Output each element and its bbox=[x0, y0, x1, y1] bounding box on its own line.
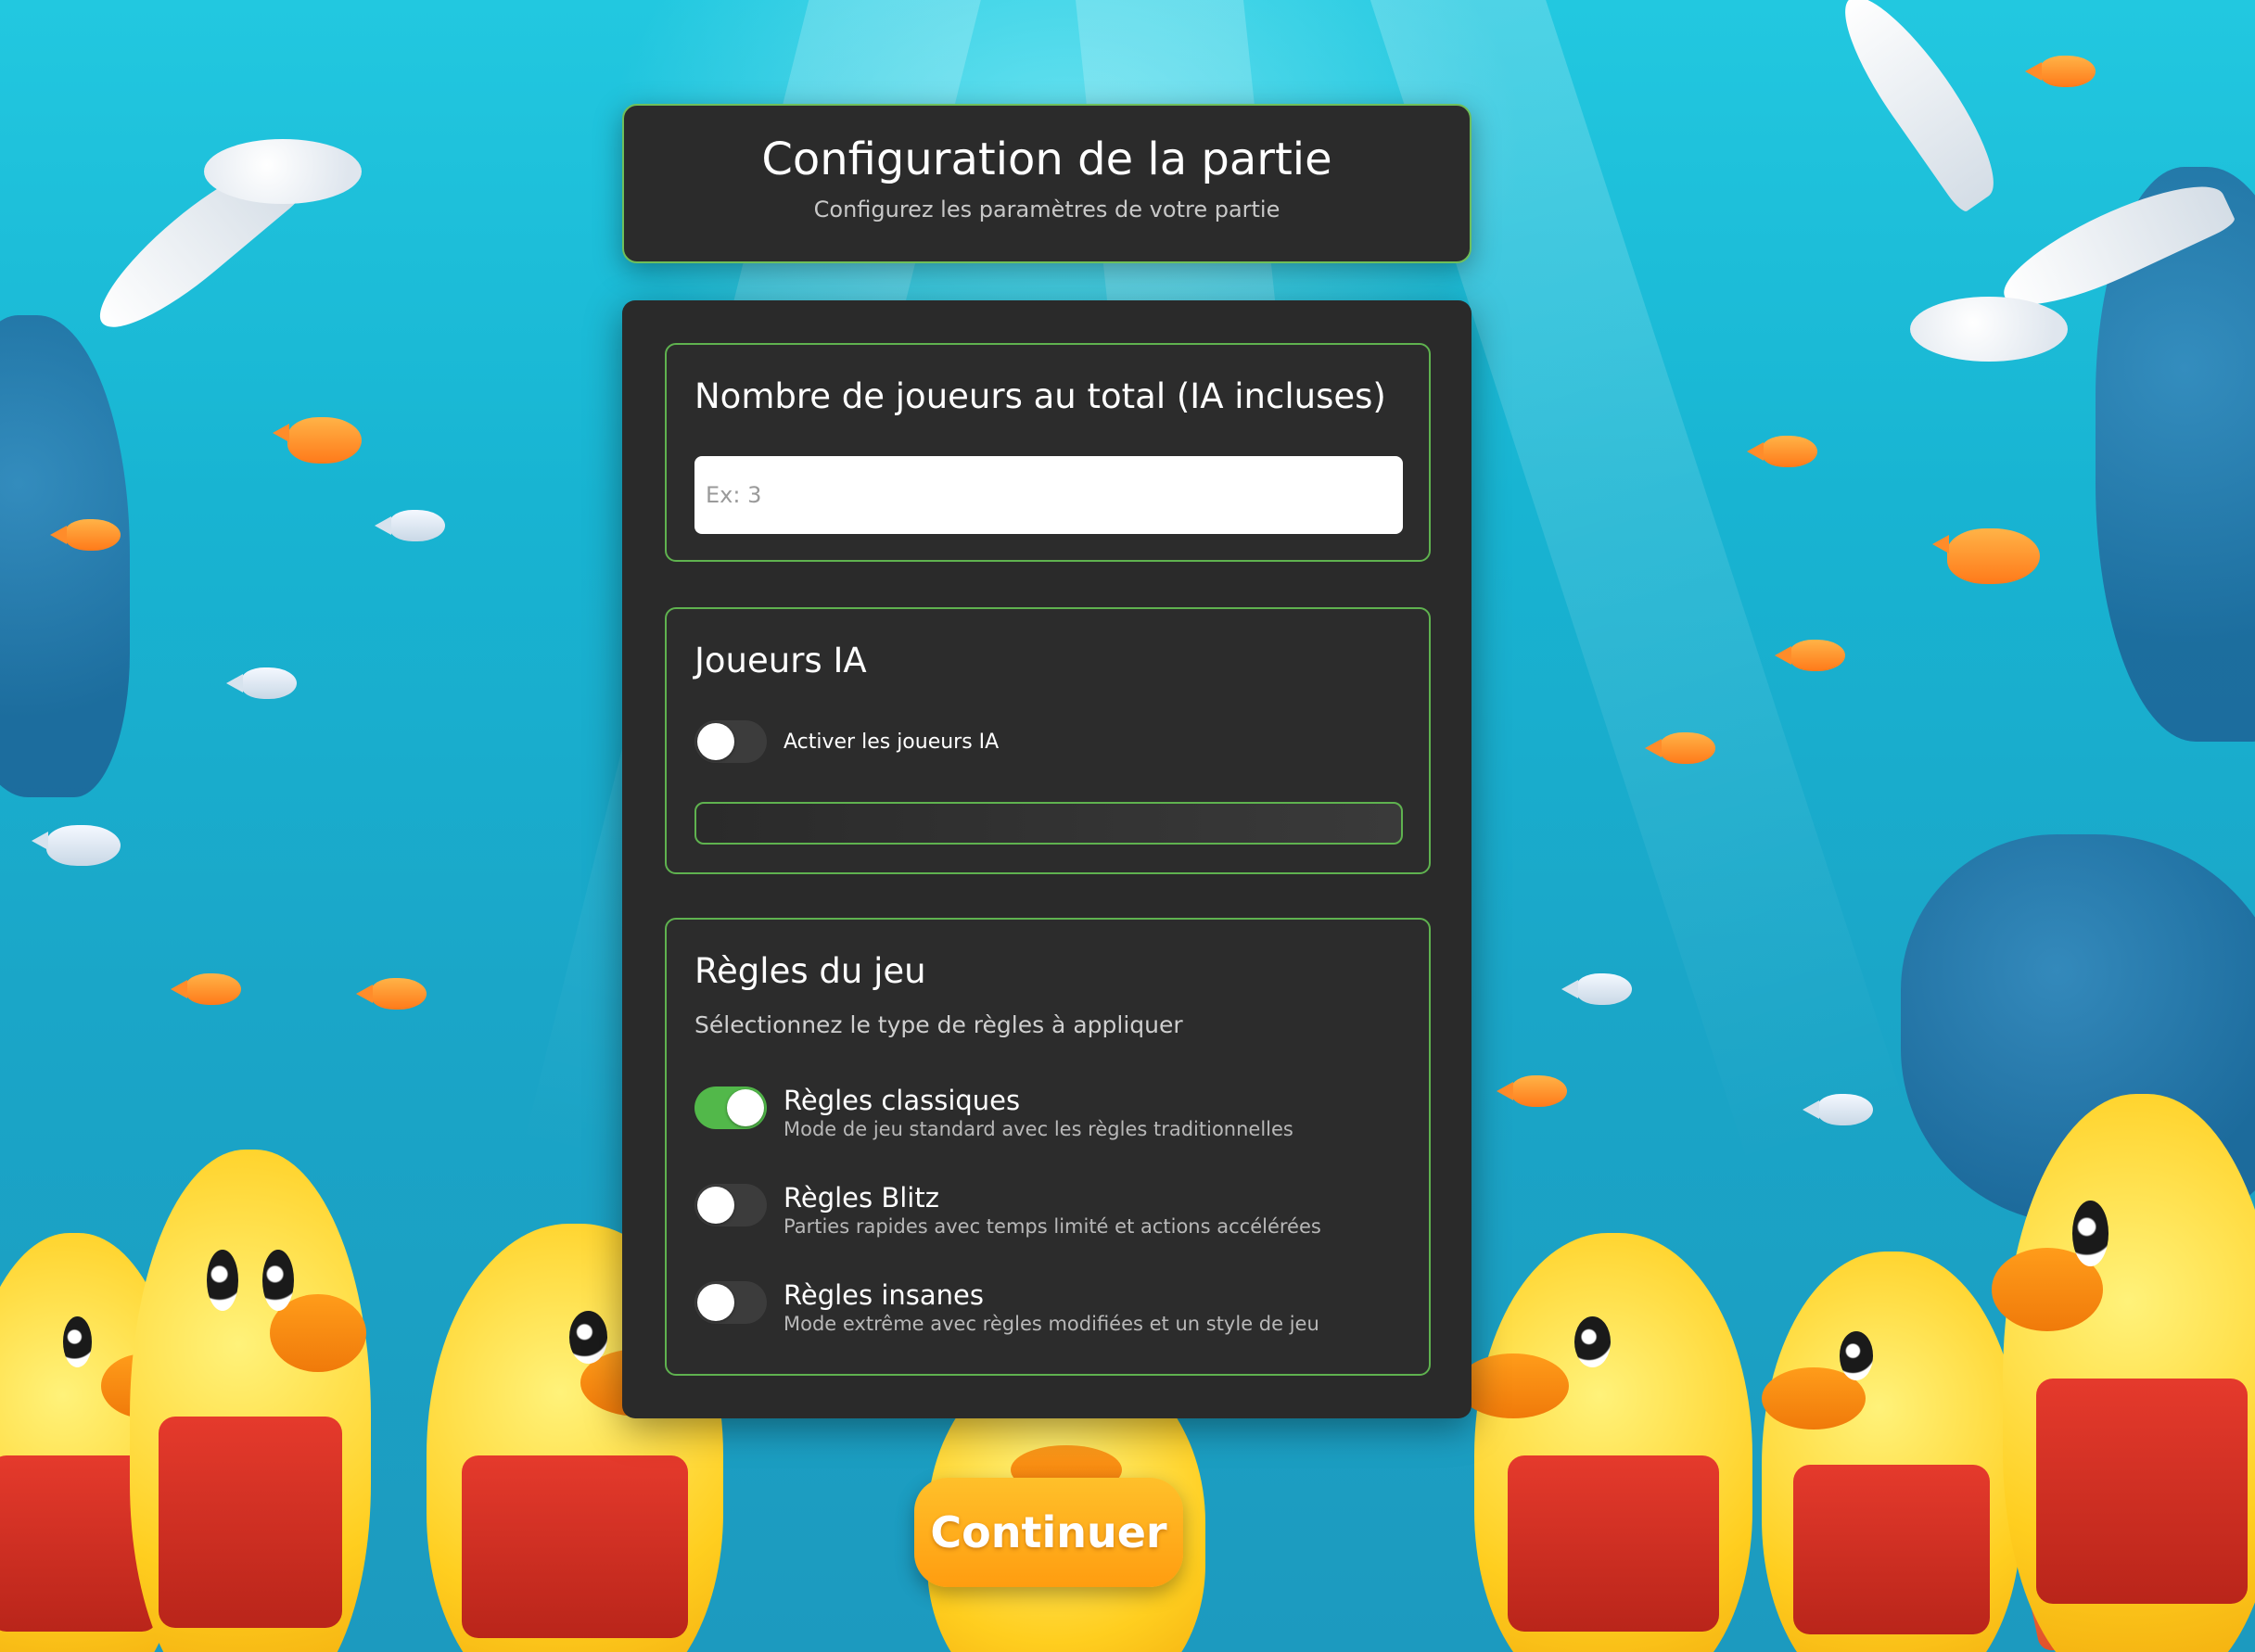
fish-icon bbox=[1645, 732, 1715, 764]
config-panel: Nombre de joueurs au total (IA incluses)… bbox=[622, 300, 1471, 1418]
fish-icon bbox=[1775, 640, 1845, 671]
rule-blitz-label: Règles Blitz bbox=[784, 1182, 939, 1214]
rule-insane-toggle[interactable] bbox=[694, 1281, 767, 1324]
fish-icon bbox=[273, 417, 362, 464]
ai-section-title: Joueurs IA bbox=[694, 641, 867, 680]
fish-icon bbox=[1497, 1075, 1567, 1107]
fish-icon bbox=[2025, 56, 2096, 87]
toggle-knob bbox=[697, 1187, 734, 1224]
seagull-icon bbox=[204, 139, 362, 204]
fish-icon bbox=[32, 825, 121, 866]
rule-blitz-toggle[interactable] bbox=[694, 1184, 767, 1226]
duck-character bbox=[1762, 1252, 2021, 1652]
page-title: Configuration de la partie bbox=[761, 133, 1332, 185]
rules-section-title: Règles du jeu bbox=[694, 951, 926, 991]
rule-option-blitz[interactable]: Règles Blitz Parties rapides avec temps … bbox=[694, 1182, 1321, 1238]
fish-icon bbox=[50, 519, 121, 551]
duck-character bbox=[130, 1150, 371, 1652]
fish-icon bbox=[171, 973, 241, 1005]
ai-toggle-row[interactable]: Activer les joueurs IA bbox=[694, 720, 999, 763]
toggle-knob bbox=[697, 1284, 734, 1321]
rule-option-insane[interactable]: Règles insanes Mode extrême avec règles … bbox=[694, 1279, 1319, 1335]
continue-button[interactable]: Continuer bbox=[914, 1478, 1183, 1587]
fish-icon bbox=[356, 978, 427, 1010]
toggle-knob bbox=[697, 723, 734, 760]
ai-toggle-switch[interactable] bbox=[694, 720, 767, 763]
duck-character bbox=[1992, 1094, 2255, 1652]
rule-insane-label: Règles insanes bbox=[784, 1279, 984, 1311]
fish-icon bbox=[226, 667, 297, 699]
rules-section: Règles du jeu Sélectionnez le type de rè… bbox=[665, 918, 1431, 1376]
fish-icon bbox=[1561, 973, 1632, 1005]
ai-section: Joueurs IA Activer les joueurs IA bbox=[665, 607, 1431, 874]
rule-classic-toggle[interactable] bbox=[694, 1087, 767, 1129]
rule-blitz-description: Parties rapides avec temps limité et act… bbox=[784, 1215, 1321, 1238]
fish-icon bbox=[1803, 1094, 1873, 1125]
toggle-knob bbox=[727, 1089, 764, 1126]
seagull-icon bbox=[1910, 297, 2068, 362]
fish-icon bbox=[1932, 528, 2040, 584]
page-subtitle: Configurez les paramètres de votre parti… bbox=[813, 197, 1280, 222]
duck-character bbox=[1458, 1233, 1752, 1652]
rule-option-classic[interactable]: Règles classiques Mode de jeu standard a… bbox=[694, 1085, 1293, 1140]
fish-icon bbox=[1747, 436, 1817, 467]
rules-description: Sélectionnez le type de règles à appliqu… bbox=[694, 1011, 1183, 1038]
rule-classic-label: Règles classiques bbox=[784, 1085, 1021, 1116]
seagull-wing bbox=[1823, 0, 2016, 215]
header-card: Configuration de la partie Configurez le… bbox=[622, 104, 1471, 263]
ai-players-bar bbox=[694, 802, 1403, 845]
players-count-input[interactable] bbox=[694, 456, 1403, 534]
rule-insane-description: Mode extrême avec règles modifiées et un… bbox=[784, 1313, 1319, 1335]
players-section-title: Nombre de joueurs au total (IA incluses) bbox=[694, 376, 1386, 416]
fish-icon bbox=[375, 510, 445, 541]
ai-toggle-label: Activer les joueurs IA bbox=[784, 730, 1000, 754]
rule-classic-description: Mode de jeu standard avec les règles tra… bbox=[784, 1118, 1293, 1140]
players-section: Nombre de joueurs au total (IA incluses) bbox=[665, 343, 1431, 562]
rock-left bbox=[0, 315, 130, 797]
